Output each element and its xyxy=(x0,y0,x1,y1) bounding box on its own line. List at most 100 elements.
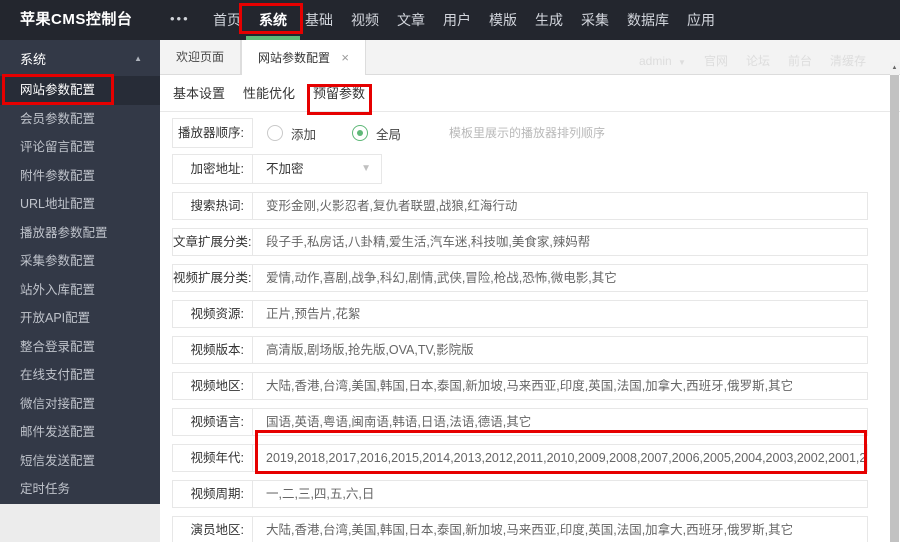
more-menu-icon[interactable]: ••• xyxy=(170,0,190,40)
radio-add-label: 添加 xyxy=(291,127,317,142)
field-label: 演员地区: xyxy=(173,517,253,542)
subtab-2[interactable]: 预留参数 xyxy=(304,75,374,112)
field-label: 文章扩展分类: xyxy=(173,229,253,255)
nav-item-9[interactable]: 数据库 xyxy=(618,0,678,40)
top-nav: 首页 系统 基础 视频 文章 用户 模版 生成 采集 数据库 应用 xyxy=(204,0,724,40)
form-row-0: 搜索热词: 变形金刚,火影忍者,复仇者联盟,战狼,红海行动 xyxy=(172,192,868,220)
sidebar-item-6[interactable]: 采集参数配置 xyxy=(0,247,160,276)
scrollbar-thumb[interactable] xyxy=(890,75,899,542)
radio-checked-icon xyxy=(352,125,369,141)
field-label: 搜索热词: xyxy=(173,193,253,219)
scroll-up-icon[interactable]: ▲ xyxy=(890,62,899,74)
field-label: 视频周期: xyxy=(173,481,253,507)
settings-tab-bar: 基本设置 性能优化 预留参数 xyxy=(160,75,900,112)
sidebar-item-2[interactable]: 评论留言配置 xyxy=(0,133,160,162)
sidebar-item-7[interactable]: 站外入库配置 xyxy=(0,276,160,305)
sidebar-wrap: 系统 ▲ 网站参数配置 会员参数配置 评论留言配置 附件参数配置 URL地址配置 播放器参… xyxy=(0,40,160,542)
field-input[interactable]: 大陆,香港,台湾,美国,韩国,日本,泰国,新加坡,马来西亚,印度,英国,法国,加… xyxy=(253,373,867,399)
field-input[interactable]: 2019,2018,2017,2016,2015,2014,2013,2012,… xyxy=(253,445,867,471)
field-label: 视频年代: xyxy=(173,445,253,471)
form-row-3: 视频资源: 正片,预告片,花絮 xyxy=(172,300,868,328)
sidebar-item-5[interactable]: 播放器参数配置 xyxy=(0,219,160,248)
nav-item-0[interactable]: 首页 xyxy=(204,0,250,40)
encrypt-select-value: 不加密 xyxy=(266,162,304,176)
nav-item-7[interactable]: 生成 xyxy=(526,0,572,40)
form-row-1: 文章扩展分类: 段子手,私房话,八卦精,爱生活,汽车迷,科技咖,美食家,辣妈帮 xyxy=(172,228,868,256)
field-label: 视频版本: xyxy=(173,337,253,363)
sidebar-group-system[interactable]: 系统 ▲ xyxy=(0,40,160,76)
app-title: 苹果CMS控制台 xyxy=(20,11,133,28)
sidebar-item-8[interactable]: 开放API配置 xyxy=(0,304,160,333)
close-icon[interactable]: × xyxy=(341,40,349,75)
field-label: 视频地区: xyxy=(173,373,253,399)
nav-item-6[interactable]: 模版 xyxy=(480,0,526,40)
tab-welcome[interactable]: 欢迎页面 xyxy=(160,40,242,75)
collapse-arrow-icon: ▲ xyxy=(134,53,142,63)
form-row-encrypt: 加密地址: 不加密 ▼ xyxy=(172,154,868,184)
sidebar-item-13[interactable]: 短信发送配置 xyxy=(0,447,160,476)
form-row-4: 视频版本: 高清版,剧场版,抢先版,OVA,TV,影院版 xyxy=(172,336,868,364)
vertical-scrollbar[interactable]: ▲ xyxy=(890,62,899,542)
field-input[interactable]: 高清版,剧场版,抢先版,OVA,TV,影院版 xyxy=(253,337,867,363)
form-row-9: 演员地区: 大陆,香港,台湾,美国,韩国,日本,泰国,新加坡,马来西亚,印度,英… xyxy=(172,516,868,542)
form-row-6: 视频语言: 国语,英语,粤语,闽南语,韩语,日语,法语,德语,其它 xyxy=(172,408,868,436)
dropdown-arrow-icon: ▼ xyxy=(361,163,371,174)
player-order-hint: 模板里展示的播放器排列顺序 xyxy=(449,126,606,140)
nav-item-3[interactable]: 视频 xyxy=(342,0,388,40)
form-row-8: 视频周期: 一,二,三,四,五,六,日 xyxy=(172,480,868,508)
nav-item-4[interactable]: 文章 xyxy=(388,0,434,40)
sidebar-item-3[interactable]: 附件参数配置 xyxy=(0,162,160,191)
sidebar-item-11[interactable]: 微信对接配置 xyxy=(0,390,160,419)
nav-item-8[interactable]: 采集 xyxy=(572,0,618,40)
nav-item-5[interactable]: 用户 xyxy=(434,0,480,40)
field-input[interactable]: 正片,预告片,花絮 xyxy=(253,301,867,327)
userbar-link-1[interactable]: 论坛 xyxy=(746,40,770,75)
app-window: 苹果CMS控制台 ••• 首页 系统 基础 视频 文章 用户 模版 生成 采集 数据库 应用 系统 … xyxy=(0,0,900,542)
field-input[interactable]: 国语,英语,粤语,闽南语,韩语,日语,法语,德语,其它 xyxy=(253,409,867,435)
sidebar-item-0[interactable]: 网站参数配置 xyxy=(0,76,160,105)
field-label: 视频资源: xyxy=(173,301,253,327)
userbar-link-2[interactable]: 前台 xyxy=(788,40,812,75)
field-input[interactable]: 大陆,香港,台湾,美国,韩国,日本,泰国,新加坡,马来西亚,印度,英国,法国,加… xyxy=(253,517,867,542)
encrypt-select[interactable]: 不加密 ▼ xyxy=(252,154,382,184)
page-tab-bar: 欢迎页面 网站参数配置 × admin ▼ 官网 论坛 前台 清缓存 xyxy=(160,40,900,76)
radio-global[interactable]: 全局 xyxy=(352,124,401,143)
form-row-2: 视频扩展分类: 爱情,动作,喜剧,战争,科幻,剧情,武侠,冒险,枪战,恐怖,微电… xyxy=(172,264,868,292)
chevron-down-icon: ▼ xyxy=(678,58,686,67)
userbar-link-3[interactable]: 清缓存 xyxy=(830,40,866,75)
form-row-7: 视频年代: 2019,2018,2017,2016,2015,2014,2013… xyxy=(172,444,868,472)
field-label: 视频语言: xyxy=(173,409,253,435)
nav-item-2[interactable]: 基础 xyxy=(296,0,342,40)
settings-form: 播放器顺序: 添加 全局 模板里展示的播放器排列顺序 加密地址: 不加密 ▼ 搜… xyxy=(172,112,868,542)
radio-add[interactable]: 添加 xyxy=(267,124,316,143)
sidebar-item-10[interactable]: 在线支付配置 xyxy=(0,361,160,390)
field-label: 播放器顺序: xyxy=(172,118,253,148)
field-input[interactable]: 一,二,三,四,五,六,日 xyxy=(253,481,867,507)
subtab-0[interactable]: 基本设置 xyxy=(164,75,234,112)
tab-site-params[interactable]: 网站参数配置 × xyxy=(241,40,366,76)
sidebar-group-label: 系统 xyxy=(20,51,47,67)
userbar-link-0[interactable]: 官网 xyxy=(704,40,728,75)
nav-item-1[interactable]: 系统 xyxy=(250,0,296,40)
tab-site-params-label: 网站参数配置 xyxy=(258,51,331,65)
field-input[interactable]: 段子手,私房话,八卦精,爱生活,汽车迷,科技咖,美食家,辣妈帮 xyxy=(253,229,867,255)
radio-unchecked-icon xyxy=(267,125,283,141)
nav-item-10[interactable]: 应用 xyxy=(678,0,724,40)
field-input[interactable]: 变形金刚,火影忍者,复仇者联盟,战狼,红海行动 xyxy=(253,193,867,219)
sidebar-item-9[interactable]: 整合登录配置 xyxy=(0,333,160,362)
form-row-player-order: 播放器顺序: 添加 全局 模板里展示的播放器排列顺序 xyxy=(172,118,868,148)
sidebar-item-12[interactable]: 邮件发送配置 xyxy=(0,418,160,447)
sidebar-item-4[interactable]: URL地址配置 xyxy=(0,190,160,219)
user-bar: admin ▼ 官网 论坛 前台 清缓存 xyxy=(639,40,866,75)
top-bar: 苹果CMS控制台 ••• 首页 系统 基础 视频 文章 用户 模版 生成 采集 数据库 应用 xyxy=(0,0,900,40)
user-menu[interactable]: admin ▼ xyxy=(639,40,686,75)
sidebar: 系统 ▲ 网站参数配置 会员参数配置 评论留言配置 附件参数配置 URL地址配置 播放器参… xyxy=(0,40,160,504)
sidebar-menu: 网站参数配置 会员参数配置 评论留言配置 附件参数配置 URL地址配置 播放器参数配置 采集… xyxy=(0,76,160,504)
subtab-1[interactable]: 性能优化 xyxy=(234,75,304,112)
field-label: 加密地址: xyxy=(172,154,253,184)
sidebar-item-14[interactable]: 定时任务 xyxy=(0,475,160,504)
sidebar-item-1[interactable]: 会员参数配置 xyxy=(0,105,160,134)
field-label: 视频扩展分类: xyxy=(173,265,253,291)
field-input[interactable]: 爱情,动作,喜剧,战争,科幻,剧情,武侠,冒险,枪战,恐怖,微电影,其它 xyxy=(253,265,867,291)
username: admin xyxy=(638,54,672,68)
